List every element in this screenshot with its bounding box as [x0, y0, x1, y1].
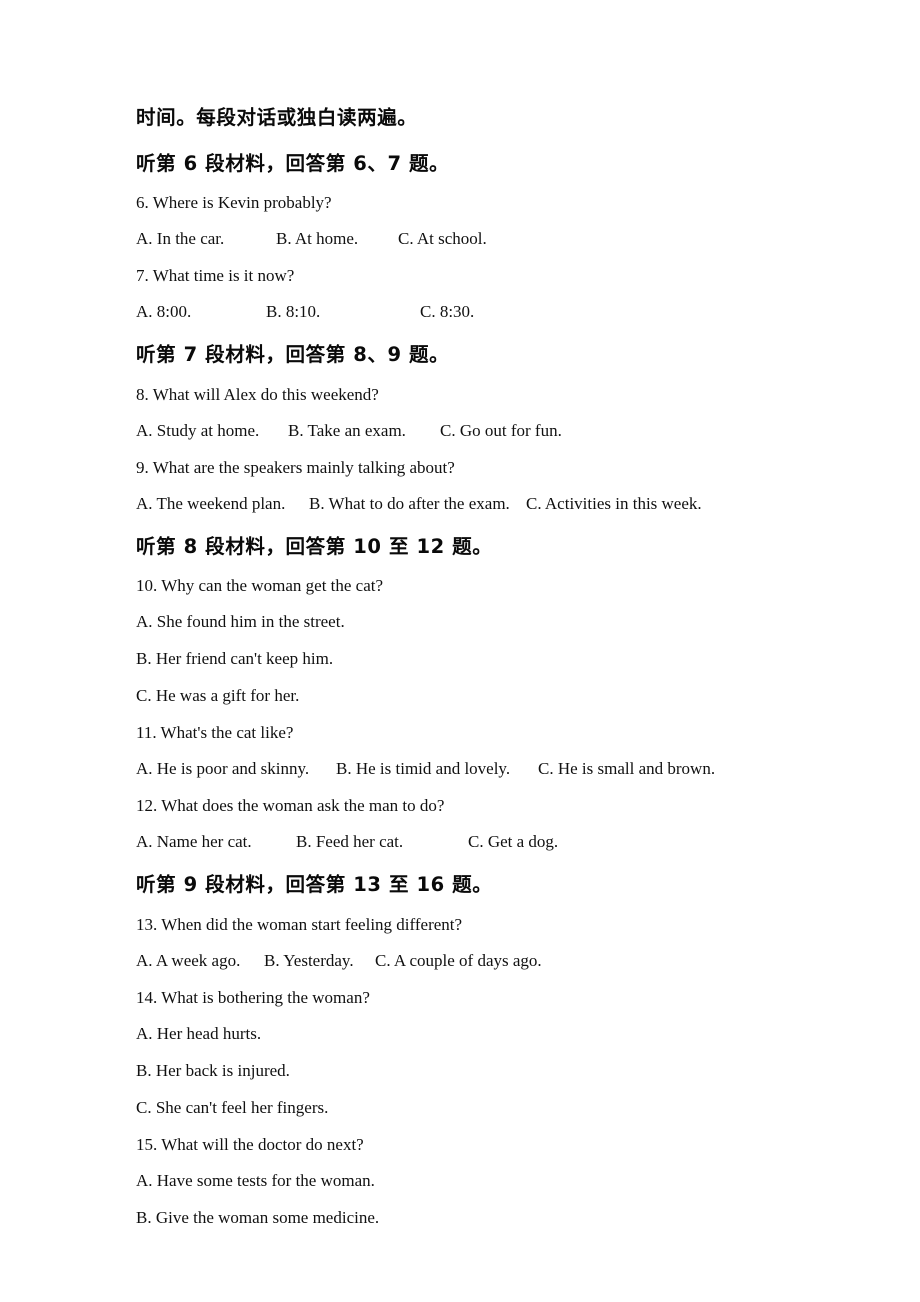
exam-page: 时间。每段对话或独白读两遍。 听第 6 段材料，回答第 6、7 题。 6. Whe… — [0, 0, 920, 1302]
answer-option[interactable]: A. Her head hurts. — [136, 1025, 261, 1042]
section-heading: 听第 7 段材料，回答第 8、9 题。 — [136, 343, 450, 366]
answer-option[interactable]: A. She found him in the street. — [136, 613, 345, 630]
answer-option[interactable]: B. He is timid and lovely. — [336, 760, 510, 777]
question-stem: 9. What are the speakers mainly talking … — [136, 457, 455, 477]
answer-option[interactable]: C. 8:30. — [420, 303, 474, 320]
option-row: C. She can't feel her fingers. — [136, 1099, 860, 1117]
answer-option[interactable]: B. Her back is injured. — [136, 1062, 290, 1079]
option-row: A. In the car. B. At home. C. At school. — [136, 230, 860, 248]
answer-option[interactable]: C. He is small and brown. — [538, 760, 715, 777]
answer-option[interactable]: B. Give the woman some medicine. — [136, 1209, 379, 1226]
listening-section: 听第 9 段材料，回答第 13 至 16 题。 13. When did the … — [136, 875, 860, 1227]
answer-option[interactable]: A. Study at home. — [136, 422, 259, 439]
option-row: A. Her head hurts. — [136, 1025, 860, 1043]
listening-section: 听第 6 段材料，回答第 6、7 题。 6. Where is Kevin pro… — [136, 151, 860, 322]
question-stem: 14. What is bothering the woman? — [136, 987, 370, 1007]
answer-option[interactable]: B. 8:10. — [266, 303, 320, 320]
option-row: B. Her back is injured. — [136, 1062, 860, 1080]
question-stem: 13. When did the woman start feeling dif… — [136, 914, 463, 934]
section-heading: 听第 8 段材料，回答第 10 至 12 题。 — [136, 534, 493, 558]
answer-option[interactable]: B. Take an exam. — [288, 422, 406, 439]
answer-option[interactable]: A. Name her cat. — [136, 833, 252, 850]
question-stem: 10. Why can the woman get the cat? — [136, 576, 384, 595]
answer-option[interactable]: C. Get a dog. — [468, 833, 558, 850]
option-row: A. He is poor and skinny. B. He is timid … — [136, 760, 860, 778]
listening-section: 听第 7 段材料，回答第 8、9 题。 8. What will Alex do … — [136, 345, 860, 513]
question-stem: 12. What does the woman ask the man to d… — [136, 796, 445, 815]
option-row: A. Study at home. B. Take an exam. C. Go o… — [136, 422, 860, 440]
answer-option[interactable]: C. A couple of days ago. — [375, 952, 542, 969]
option-row: A. A week ago. B. Yesterday. C. A couple o… — [136, 952, 860, 970]
answer-option[interactable]: A. He is poor and skinny. — [136, 760, 309, 777]
option-row: A. The weekend plan. B. What to do after … — [136, 495, 860, 513]
question-stem: 7. What time is it now? — [136, 266, 295, 285]
answer-option[interactable]: B. What to do after the exam. — [309, 495, 510, 512]
section-heading: 听第 6 段材料，回答第 6、7 题。 — [136, 151, 450, 175]
option-row: B. Her friend can't keep him. — [136, 650, 860, 668]
answer-option[interactable]: C. Go out for fun. — [440, 422, 562, 439]
question-stem: 6. Where is Kevin probably? — [136, 193, 332, 212]
option-row: A. Name her cat. B. Feed her cat. C. Get a… — [136, 833, 860, 851]
answer-option[interactable]: B. Feed her cat. — [296, 833, 403, 850]
answer-option[interactable]: B. At home. — [276, 230, 358, 247]
answer-option[interactable]: C. Activities in this week. — [526, 495, 702, 512]
lead-instruction-line: 时间。每段对话或独白读两遍。 — [136, 106, 418, 129]
option-row: A. Have some tests for the woman. — [136, 1172, 860, 1190]
answer-option[interactable]: A. In the car. — [136, 230, 224, 247]
option-row: A. She found him in the street. — [136, 613, 860, 631]
answer-option[interactable]: A. The weekend plan. — [136, 495, 285, 512]
question-stem: 15. What will the doctor do next? — [136, 1134, 364, 1154]
question-stem: 8. What will Alex do this weekend? — [136, 384, 379, 404]
option-row: B. Give the woman some medicine. — [136, 1209, 860, 1227]
answer-option[interactable]: B. Her friend can't keep him. — [136, 650, 333, 667]
section-heading: 听第 9 段材料，回答第 13 至 16 题。 — [136, 873, 493, 896]
option-row: A. 8:00. B. 8:10. C. 8:30. — [136, 303, 860, 321]
listening-section: 听第 8 段材料，回答第 10 至 12 题。 10. Why can the w… — [136, 534, 860, 852]
answer-option[interactable]: C. He was a gift for her. — [136, 687, 299, 704]
answer-option[interactable]: A. A week ago. — [136, 952, 240, 969]
answer-option[interactable]: C. At school. — [398, 230, 487, 247]
question-stem: 11. What's the cat like? — [136, 723, 294, 742]
answer-option[interactable]: B. Yesterday. — [264, 952, 354, 969]
option-row: C. He was a gift for her. — [136, 687, 860, 705]
answer-option[interactable]: A. Have some tests for the woman. — [136, 1172, 375, 1189]
answer-option[interactable]: C. She can't feel her fingers. — [136, 1099, 328, 1116]
answer-option[interactable]: A. 8:00. — [136, 303, 191, 320]
sections-container: 听第 6 段材料，回答第 6、7 题。 6. Where is Kevin pro… — [136, 151, 860, 1227]
